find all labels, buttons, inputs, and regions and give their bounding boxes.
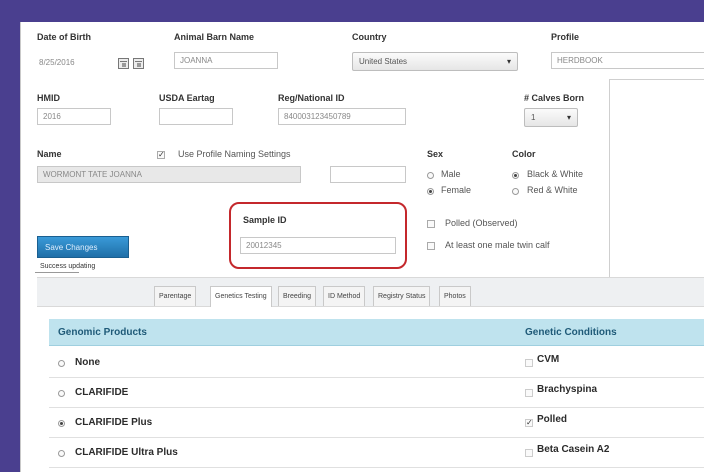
save-changes-button[interactable]: Save Changes [37, 236, 129, 258]
reg-national-id-input[interactable]: 840003123450789 [278, 108, 406, 125]
hmid-input[interactable]: 2016 [37, 108, 111, 125]
condition-label: Beta Casein A2 [537, 444, 610, 455]
tab-id-method[interactable]: ID Method [323, 286, 366, 306]
condition-label: Polled [537, 414, 568, 425]
calves-born-label: # Calves Born [524, 93, 585, 103]
genomic-header: Genomic Products Genetic Conditions [49, 319, 704, 346]
condition-beta-casein-checkbox[interactable] [525, 449, 533, 457]
condition-cvm-checkbox[interactable] [525, 359, 533, 367]
animal-edit-page: Date of Birth 8/25/2016 Animal Barn Name… [20, 22, 704, 472]
sample-id-label: Sample ID [243, 215, 287, 225]
profile-label: Profile [551, 32, 580, 42]
sample-id-input[interactable]: 20012345 [240, 237, 396, 254]
animal-barn-name-label: Animal Barn Name [174, 32, 255, 42]
country-select[interactable]: United States ▾ [352, 52, 518, 71]
polled-observed-label: Polled (Observed) [445, 218, 518, 228]
sample-id-highlight [229, 202, 407, 269]
color-black-white-radio[interactable] [512, 172, 519, 179]
table-row: None CVM [49, 348, 704, 378]
tab-registry-status[interactable]: Registry Status [373, 286, 431, 306]
product-none-radio[interactable] [58, 360, 65, 367]
sex-label: Sex [427, 149, 444, 159]
product-label: CLARIFIDE Plus [75, 417, 153, 428]
sex-male-label: Male [441, 169, 461, 179]
tab-breeding[interactable]: Breeding [278, 286, 317, 306]
date-of-birth-input[interactable]: 8/25/2016 [37, 55, 117, 72]
calves-born-value: 1 [531, 113, 536, 122]
color-black-white-label: Black & White [527, 169, 584, 179]
calendar-picker-icon[interactable] [133, 58, 144, 69]
country-value: United States [359, 57, 408, 66]
male-twin-calf-checkbox[interactable] [427, 242, 435, 250]
chevron-down-icon: ▾ [506, 57, 511, 66]
status-text: Success updating [40, 263, 96, 270]
sex-female-radio[interactable] [427, 188, 434, 195]
condition-label: Brachyspina [537, 384, 598, 395]
male-twin-calf-label: At least one male twin calf [445, 240, 550, 250]
divider [35, 272, 79, 273]
product-label: CLARIFIDE [75, 387, 129, 398]
name-input[interactable]: WORMONT TATE JOANNA [37, 166, 301, 183]
condition-polled-checkbox[interactable]: ✓ [525, 419, 533, 427]
color-label: Color [512, 149, 536, 159]
genomic-products-title: Genomic Products [58, 327, 147, 338]
sex-male-radio[interactable] [427, 172, 434, 179]
genetic-conditions-title: Genetic Conditions [525, 327, 617, 338]
product-label: CLARIFIDE Ultra Plus [75, 447, 178, 458]
usda-eartag-input[interactable] [159, 108, 233, 125]
table-row: CLARIFIDE Plus ✓ Polled [49, 408, 704, 438]
name-suffix-input[interactable] [330, 166, 406, 183]
calves-born-select[interactable]: 1 ▾ [524, 108, 578, 127]
sex-female-label: Female [441, 185, 472, 195]
chevron-down-icon: ▾ [566, 113, 571, 122]
profile-input[interactable]: HERDBOOK [551, 52, 704, 69]
date-of-birth-label: Date of Birth [37, 32, 91, 42]
reg-national-id-label: Reg/National ID [278, 93, 345, 103]
tab-photos[interactable]: Photos [439, 286, 471, 306]
hmid-label: HMID [37, 93, 60, 103]
product-clarifide-ultra-plus-radio[interactable] [58, 450, 65, 457]
country-label: Country [352, 32, 387, 42]
photo-panel [609, 79, 704, 291]
table-row: CLARIFIDE Brachyspina [49, 378, 704, 408]
color-red-white-label: Red & White [527, 185, 578, 195]
name-label: Name [37, 149, 62, 159]
use-profile-naming-checkbox[interactable]: ✓ [157, 151, 165, 159]
color-red-white-radio[interactable] [512, 188, 519, 195]
polled-observed-checkbox[interactable] [427, 220, 435, 228]
tab-bar [37, 277, 704, 307]
animal-barn-name-input[interactable]: JOANNA [174, 52, 278, 69]
tab-genetics-testing[interactable]: Genetics Testing [210, 286, 272, 307]
condition-brachyspina-checkbox[interactable] [525, 389, 533, 397]
table-row: CLARIFIDE Ultra Plus Beta Casein A2 [49, 438, 704, 468]
use-profile-naming-label: Use Profile Naming Settings [178, 149, 291, 159]
product-clarifide-radio[interactable] [58, 390, 65, 397]
calendar-icon[interactable] [118, 58, 129, 69]
product-clarifide-plus-radio[interactable] [58, 420, 65, 427]
condition-label: CVM [537, 354, 560, 365]
usda-eartag-label: USDA Eartag [159, 93, 215, 103]
product-label: None [75, 357, 100, 368]
tab-parentage[interactable]: Parentage [154, 286, 197, 306]
